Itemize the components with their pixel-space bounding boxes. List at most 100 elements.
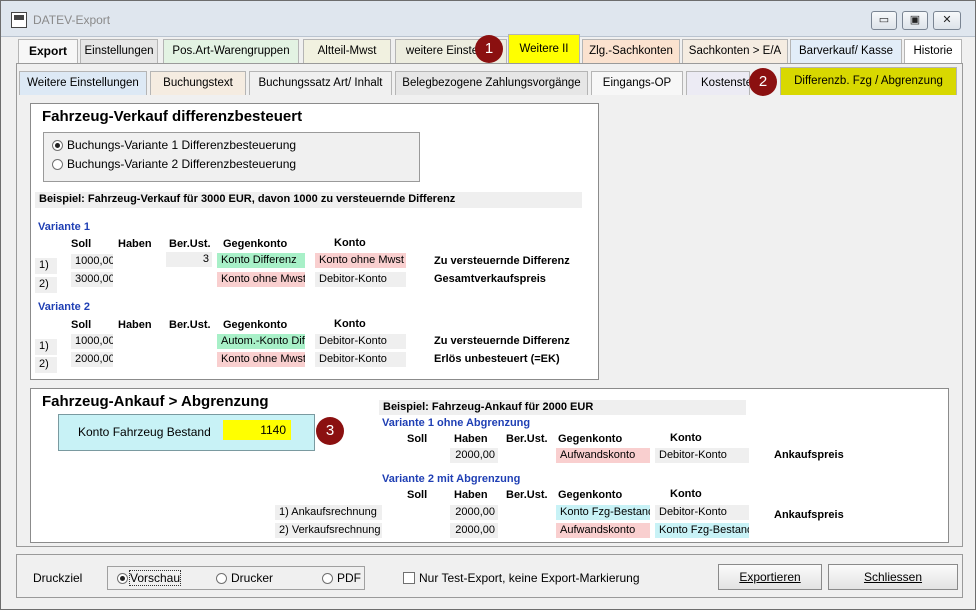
minimize-button[interactable]: ▭	[871, 11, 897, 30]
tab-barverkauf-kasse[interactable]: Barverkauf/ Kasse	[790, 39, 902, 63]
v1-row1-berust: 3	[166, 252, 212, 267]
v1-header-soll: Soll	[71, 238, 92, 250]
schliessen-button[interactable]: Schliessen	[828, 564, 958, 590]
tab-weitere-ii[interactable]: Weitere II	[508, 34, 580, 63]
v2-row2-soll: 2000,00	[71, 352, 113, 367]
exportieren-button[interactable]: Exportieren	[718, 564, 822, 590]
a1-gegenkonto: Aufwandskonto	[556, 448, 650, 463]
v2-row1-desc: Zu versteuernde Differenz	[434, 335, 570, 347]
v2-row1-gegenkonto: Autom.-Konto Diffe	[217, 334, 305, 349]
vorschau-label: Vorschau	[128, 570, 182, 586]
badge-2: 2	[749, 68, 777, 96]
tab-export[interactable]: Export	[18, 39, 78, 63]
a2-header-soll: Soll	[407, 489, 428, 501]
v2-header-berust: Ber.Ust.	[169, 319, 211, 331]
v1-row2-soll: 3000,00	[71, 272, 113, 287]
close-button[interactable]: ✕	[933, 11, 961, 30]
a2-row1-label: 1) Ankaufsrechnung	[275, 505, 382, 520]
badge-3: 3	[316, 417, 344, 445]
tab-sachkonten-ea[interactable]: Sachkonten > E/A	[682, 39, 788, 63]
ankauf-title: Fahrzeug-Ankauf > Abgrenzung	[42, 393, 269, 410]
subtab-eingangs-op[interactable]: Eingangs-OP	[591, 71, 683, 95]
v1-row1-desc: Zu versteuernde Differenz	[434, 255, 570, 267]
bestand-label: Konto Fahrzeug Bestand	[78, 425, 211, 439]
ankauf-example: Beispiel: Fahrzeug-Ankauf für 2000 EUR	[379, 400, 746, 415]
v2-row1-konto: Debitor-Konto	[315, 334, 406, 349]
druckziel-label: Druckziel	[33, 571, 83, 585]
v2-header-haben: Haben	[118, 319, 152, 331]
a2-row2-konto: Konto Fzg-Bestand	[655, 523, 749, 538]
a1-haben: 2000,00	[450, 448, 498, 463]
a2-row2-gegenkonto: Aufwandskonto	[556, 523, 650, 538]
a2-row1-gegenkonto: Konto Fzg-Bestand	[556, 505, 650, 520]
tab-pos-art-warengruppen[interactable]: Pos.Art-Warengruppen	[163, 39, 299, 63]
v1-row2-konto: Debitor-Konto	[315, 272, 406, 287]
a1-header-konto: Konto	[670, 432, 702, 444]
a2-header-haben: Haben	[454, 489, 488, 501]
v2-header-konto: Konto	[334, 318, 366, 330]
v2-row2-konto: Debitor-Konto	[315, 352, 406, 367]
badge-1: 1	[475, 35, 503, 63]
v2-header-soll: Soll	[71, 319, 92, 331]
variante1-radio-label: Buchungs-Variante 1 Differenzbesteuerung	[67, 138, 297, 152]
a1-header-haben: Haben	[454, 433, 488, 445]
window-title: DATEV-Export	[33, 13, 111, 27]
title-bar: DATEV-Export ▭ ▣ ✕	[1, 1, 975, 37]
v2-row2-desc: Erlös unbesteuert (=EK)	[434, 353, 560, 365]
a2-header-gegenkonto: Gegenkonto	[558, 489, 623, 501]
v1-header-konto: Konto	[334, 237, 366, 249]
verkauf-example: Beispiel: Fahrzeug-Verkauf für 3000 EUR,…	[35, 192, 582, 208]
v1-row1-konto: Konto ohne Mwst	[315, 253, 406, 268]
subtab-weitere-einstellungen[interactable]: Weitere Einstellungen	[19, 71, 147, 95]
v2-header-gegenkonto: Gegenkonto	[223, 319, 288, 331]
v1-row2-gegenkonto: Konto ohne Mwst	[217, 272, 305, 287]
ankauf-variante2-label: Variante 2 mit Abgrenzung	[382, 473, 521, 485]
tab-zlg-sachkonten[interactable]: Zlg.-Sachkonten	[582, 39, 680, 63]
a2-row2-haben: 2000,00	[450, 523, 498, 538]
v2-row1-soll: 1000,00	[71, 334, 113, 349]
restore-button[interactable]: ▣	[902, 11, 928, 30]
a2-row2-label: 2) Verkaufsrechnung	[275, 523, 382, 538]
subtab-belegbezogene-zahlungsvorgaenge[interactable]: Belegbezogene Zahlungsvorgänge	[395, 71, 588, 95]
test-export-label: Nur Test-Export, keine Export-Markierung	[419, 571, 640, 585]
bestand-input[interactable]: 1140	[223, 420, 291, 440]
v1-header-gegenkonto: Gegenkonto	[223, 238, 288, 250]
tab-einstellungen[interactable]: Einstellungen	[80, 39, 158, 63]
subtab-buchungstext[interactable]: Buchungstext	[150, 71, 246, 95]
a2-header-berust: Ber.Ust.	[506, 489, 548, 501]
variante2-radio[interactable]	[52, 159, 63, 170]
v1-header-berust: Ber.Ust.	[169, 238, 211, 250]
variante1-radio[interactable]	[52, 140, 63, 151]
verkauf-variante1-label: Variante 1	[38, 221, 90, 233]
v1-row1-num: 1)	[35, 258, 57, 274]
v1-row2-num: 2)	[35, 277, 57, 293]
floppy-disk-icon	[11, 12, 27, 28]
a1-header-soll: Soll	[407, 433, 428, 445]
subtab-differenzb-abgrenzung[interactable]: Differenzb. Fzg / Abgrenzung	[780, 67, 957, 95]
pdf-radio[interactable]	[322, 573, 333, 584]
v1-row1-gegenkonto: Konto Differenz	[217, 253, 305, 268]
v1-header-haben: Haben	[118, 238, 152, 250]
verkauf-variante2-label: Variante 2	[38, 301, 90, 313]
vorschau-radio[interactable]	[117, 573, 128, 584]
a1-desc: Ankaufspreis	[774, 449, 844, 461]
v2-row1-num: 1)	[35, 339, 57, 355]
pdf-label: PDF	[337, 571, 361, 585]
drucker-radio[interactable]	[216, 573, 227, 584]
tab-historie[interactable]: Historie	[904, 39, 962, 63]
v1-row2-desc: Gesamtverkaufspreis	[434, 273, 546, 285]
a1-konto: Debitor-Konto	[655, 448, 749, 463]
drucker-label: Drucker	[231, 571, 274, 585]
a1-header-berust: Ber.Ust.	[506, 433, 548, 445]
variante2-radio-label: Buchungs-Variante 2 Differenzbesteuerung	[67, 157, 297, 171]
subtab-buchungssatz[interactable]: Buchungssatz Art/ Inhalt	[249, 71, 392, 95]
ankauf-variante1-label: Variante 1 ohne Abgrenzung	[382, 417, 531, 429]
a1-header-gegenkonto: Gegenkonto	[558, 433, 623, 445]
v2-row2-gegenkonto: Konto ohne Mwst	[217, 352, 305, 367]
test-export-checkbox[interactable]	[403, 572, 415, 584]
v1-row1-soll: 1000,00	[71, 254, 113, 269]
v2-row2-num: 2)	[35, 357, 57, 373]
a2-row1-haben: 2000,00	[450, 505, 498, 520]
subtab-kostenstelle[interactable]: Kostenste	[686, 71, 750, 95]
tab-altteil-mwst[interactable]: Altteil-Mwst	[303, 39, 391, 63]
